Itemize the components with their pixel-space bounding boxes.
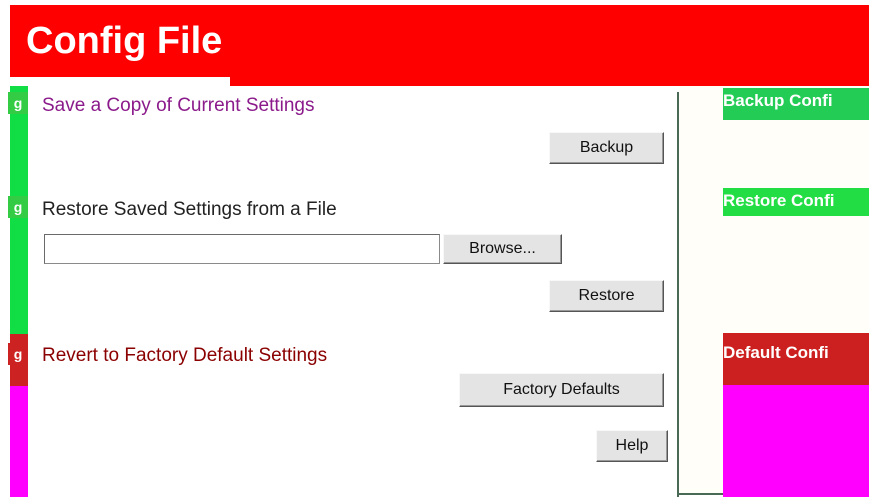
browse-button[interactable]: Browse... (443, 234, 562, 264)
page-header: Config File (10, 5, 869, 77)
factory-defaults-button[interactable]: Factory Defaults (459, 373, 664, 407)
side-magenta-block (723, 385, 869, 497)
file-path-input[interactable] (44, 234, 440, 264)
help-button[interactable]: Help (596, 430, 668, 462)
bullet-icon: g (8, 92, 28, 114)
save-settings-label: Save a Copy of Current Settings (42, 95, 315, 116)
side-heading-restore: Restore Confi (723, 188, 869, 216)
backup-button[interactable]: Backup (549, 132, 664, 164)
bullet-icon: g (8, 196, 28, 218)
revert-settings-label: Revert to Factory Default Settings (42, 345, 328, 366)
restore-button[interactable]: Restore (549, 280, 664, 312)
page-title: Config File (26, 20, 223, 62)
restore-settings-label: Restore Saved Settings from a File (42, 199, 337, 220)
bullet-icon: g (8, 343, 28, 365)
header-extension (230, 77, 869, 86)
left-strip-magenta (10, 386, 28, 497)
side-heading-default: Default Confi (723, 333, 869, 385)
side-heading-backup: Backup Confi (723, 88, 869, 120)
panel-divider-bottom (679, 493, 723, 495)
